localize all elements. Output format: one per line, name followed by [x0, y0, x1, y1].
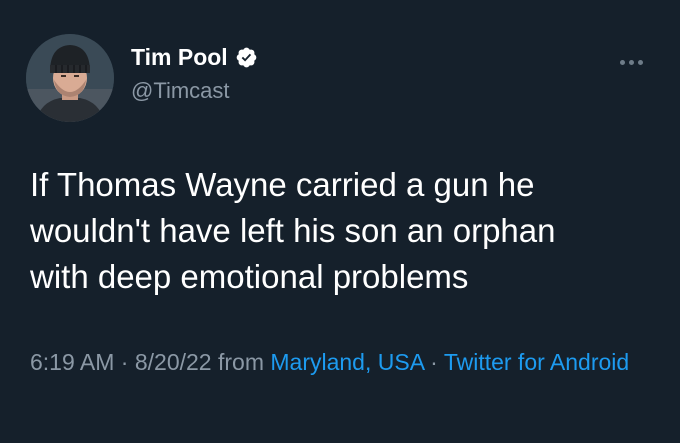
more-options-icon[interactable] — [620, 60, 643, 65]
tweet-time[interactable]: 6:19 AM — [30, 349, 114, 375]
dot — [620, 60, 625, 65]
user-handle[interactable]: @Timcast — [131, 80, 230, 102]
tweet-card: Tim Pool @Timcast If Thomas Wayne carrie… — [0, 0, 680, 443]
separator: · — [114, 349, 135, 375]
display-name[interactable]: Tim Pool — [131, 46, 228, 69]
source-link[interactable]: Twitter for Android — [444, 349, 629, 375]
author-name-row: Tim Pool — [131, 46, 258, 69]
verified-badge-icon — [235, 46, 258, 69]
location-link[interactable]: Maryland, USA — [270, 349, 423, 375]
dot — [629, 60, 634, 65]
avatar[interactable] — [26, 34, 114, 122]
dot — [638, 60, 643, 65]
tweet-meta: 6:19 AM · 8/20/22 from Maryland, USA · T… — [30, 344, 655, 380]
tweet-date[interactable]: 8/20/22 — [135, 349, 212, 375]
tweet-text: If Thomas Wayne carried a gun he wouldn'… — [30, 166, 556, 295]
from-label: from — [211, 349, 271, 375]
profile-photo-icon — [26, 34, 114, 122]
separator: · — [423, 349, 444, 375]
